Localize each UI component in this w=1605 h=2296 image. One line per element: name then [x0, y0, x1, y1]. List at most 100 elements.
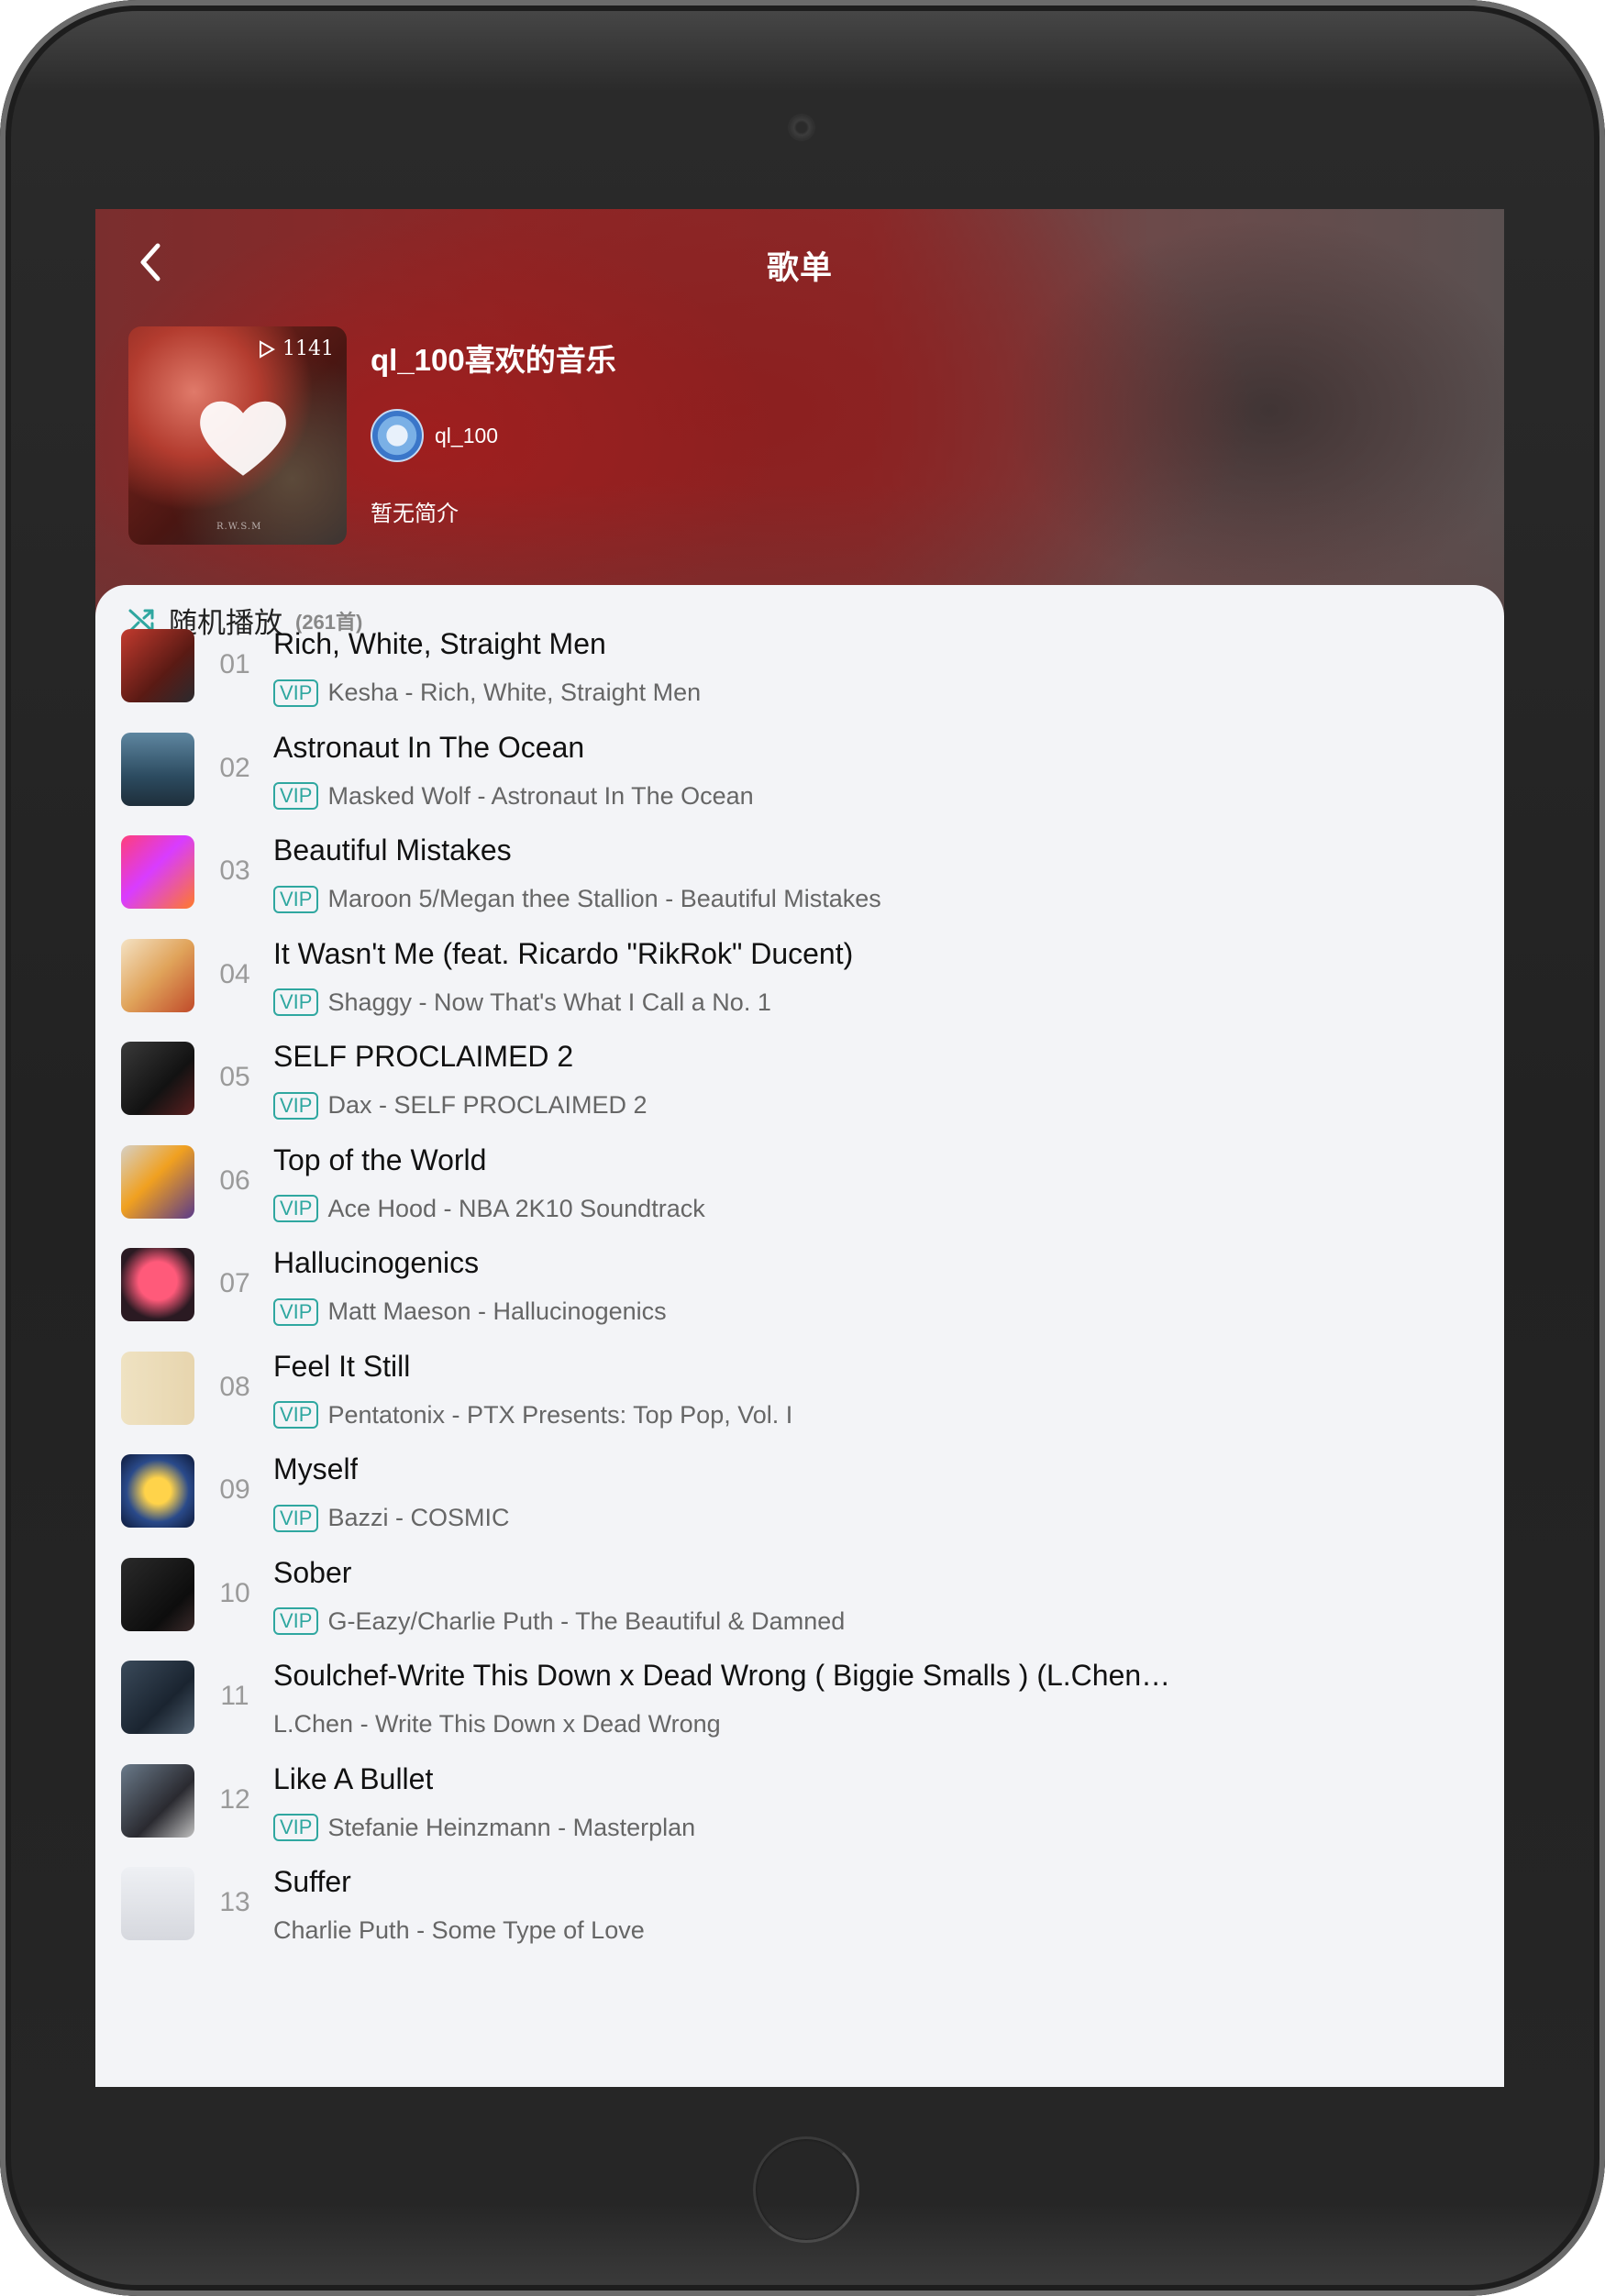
album-cover[interactable]	[121, 938, 194, 1012]
play-count: 1141	[282, 337, 334, 360]
album-cover[interactable]	[121, 1661, 194, 1735]
song-subtitle: VIP Masked Wolf - Astronaut In The Ocean	[273, 782, 754, 811]
song-title: Feel It Still	[273, 1349, 411, 1383]
vip-badge: VIP	[273, 1607, 319, 1636]
song-subtitle: L.Chen - Write This Down x Dead Wrong	[273, 1710, 721, 1739]
song-artist-album: Maroon 5/Megan thee Stallion - Beautiful…	[327, 885, 881, 913]
play-icon	[260, 339, 275, 359]
song-row[interactable]: 06 Top of the World VIP Ace Hood - NBA 2K10…	[95, 1143, 1504, 1253]
song-row[interactable]: 10 Sober VIP G-Eazy/Charlie Puth - The Beau…	[95, 1556, 1504, 1666]
song-index: 06	[219, 1165, 250, 1196]
vip-badge: VIP	[273, 1504, 319, 1532]
song-index: 05	[219, 1062, 250, 1093]
song-title: Like A Bullet	[273, 1761, 434, 1795]
playlist-name: ql_100喜欢的音乐	[371, 343, 616, 377]
song-artist-album: L.Chen - Write This Down x Dead Wrong	[273, 1710, 721, 1739]
song-row[interactable]: 08 Feel It Still VIP Pentatonix - PTX Prese…	[95, 1350, 1504, 1460]
vip-badge: VIP	[273, 1297, 319, 1326]
song-row[interactable]: 09 Myself VIP Bazzi - COSMIC	[95, 1452, 1504, 1562]
front-camera	[790, 116, 814, 139]
vip-badge: VIP	[273, 679, 319, 707]
song-subtitle: VIP Stefanie Heinzmann - Masterplan	[273, 1814, 695, 1842]
song-subtitle: VIP Bazzi - COSMIC	[273, 1504, 510, 1532]
song-subtitle: VIP Matt Maeson - Hallucinogenics	[273, 1297, 667, 1326]
song-subtitle: Charlie Puth - Some Type of Love	[273, 1916, 645, 1945]
song-title: Sober	[273, 1555, 352, 1589]
song-row[interactable]: 01 Rich, White, Straight Men VIP Kesha - Ri…	[95, 627, 1504, 737]
song-index: 07	[219, 1268, 250, 1299]
song-subtitle: VIP Pentatonix - PTX Presents: Top Pop, V…	[273, 1401, 792, 1429]
avatar[interactable]	[371, 409, 424, 462]
creator-info[interactable]: ql_100	[371, 409, 498, 462]
album-cover[interactable]	[121, 1763, 194, 1838]
song-artist-album: Masked Wolf - Astronaut In The Ocean	[327, 781, 754, 810]
heart-icon	[200, 401, 286, 476]
song-subtitle: VIP G-Eazy/Charlie Puth - The Beautiful &…	[273, 1607, 845, 1636]
song-artist-album: Kesha - Rich, White, Straight Men	[327, 679, 702, 706]
album-cover[interactable]	[121, 835, 194, 910]
song-title: Rich, White, Straight Men	[273, 627, 606, 660]
song-title: Beautiful Mistakes	[273, 833, 512, 867]
page-title: 歌单	[766, 250, 833, 286]
song-index: 13	[219, 1887, 250, 1918]
tablet-frame: 歌单 1141 R.W.S.M ql_100喜欢的音乐 ql_100 暂无简介	[0, 0, 1605, 2296]
song-index: 01	[219, 649, 250, 679]
song-index: 10	[219, 1577, 250, 1608]
song-row[interactable]: 07 Hallucinogenics VIP Matt Maeson - Halluc…	[95, 1246, 1504, 1356]
song-subtitle: VIP Dax - SELF PROCLAIMED 2	[273, 1091, 648, 1120]
playlist-description[interactable]: 暂无简介	[371, 495, 459, 527]
song-title: Soulchef-Write This Down x Dead Wrong ( …	[273, 1659, 1171, 1693]
song-artist-album: Matt Maeson - Hallucinogenics	[327, 1297, 667, 1326]
song-subtitle: VIP Maroon 5/Megan thee Stallion - Beauti…	[273, 885, 881, 913]
song-row[interactable]: 12 Like A Bullet VIP Stefanie Heinzmann - M…	[95, 1762, 1504, 1872]
song-row[interactable]: 13 Suffer Charlie Puth - Some Type of Love	[95, 1865, 1504, 1975]
song-title: SELF PROCLAIMED 2	[273, 1040, 574, 1074]
album-cover[interactable]	[121, 1144, 194, 1219]
album-cover[interactable]	[121, 1351, 194, 1425]
vip-badge: VIP	[273, 1195, 319, 1223]
song-title: Hallucinogenics	[273, 1246, 480, 1280]
song-index: 12	[219, 1783, 250, 1815]
album-cover[interactable]	[121, 1867, 194, 1941]
song-list-panel: 随机播放 (261首) 01 Rich, White, Straight Men V…	[95, 585, 1504, 2087]
creator-name[interactable]: ql_100	[435, 424, 498, 448]
vip-badge: VIP	[273, 1814, 319, 1842]
song-title: Top of the World	[273, 1142, 487, 1176]
playlist-cover[interactable]: 1141 R.W.S.M	[128, 326, 347, 545]
vip-badge: VIP	[273, 1091, 319, 1120]
song-artist-album: Charlie Puth - Some Type of Love	[273, 1916, 645, 1945]
song-artist-album: Shaggy - Now That's What I Call a No. 1	[327, 988, 771, 1016]
song-index: 08	[219, 1371, 250, 1402]
song-subtitle: VIP Ace Hood - NBA 2K10 Soundtrack	[273, 1195, 705, 1223]
song-row[interactable]: 05 SELF PROCLAIMED 2 VIP Dax - SELF PROCLAI…	[95, 1040, 1504, 1150]
song-row[interactable]: 03 Beautiful Mistakes VIP Maroon 5/Megan th…	[95, 833, 1504, 944]
play-count-badge: 1141	[259, 337, 334, 360]
album-cover[interactable]	[121, 1454, 194, 1529]
song-title: Suffer	[273, 1865, 351, 1899]
vip-badge: VIP	[273, 1401, 319, 1429]
album-cover[interactable]	[121, 1042, 194, 1116]
vip-badge: VIP	[273, 988, 319, 1017]
album-cover[interactable]	[121, 629, 194, 702]
song-row[interactable]: 11 Soulchef-Write This Down x Dead Wrong …	[95, 1659, 1504, 1769]
song-title: Astronaut In The Ocean	[273, 730, 585, 764]
song-index: 09	[219, 1474, 250, 1506]
song-artist-album: Pentatonix - PTX Presents: Top Pop, Vol.…	[327, 1400, 793, 1429]
home-button[interactable]	[753, 2136, 859, 2243]
song-title: Myself	[273, 1452, 359, 1486]
vip-badge: VIP	[273, 782, 319, 811]
cover-mark: R.W.S.M	[216, 522, 262, 532]
album-cover[interactable]	[121, 1248, 194, 1322]
app-screen: 歌单 1141 R.W.S.M ql_100喜欢的音乐 ql_100 暂无简介	[95, 209, 1504, 2087]
song-artist-album: Ace Hood - NBA 2K10 Soundtrack	[327, 1194, 705, 1222]
song-artist-album: G-Eazy/Charlie Puth - The Beautiful & Da…	[327, 1606, 846, 1635]
song-title: It Wasn't Me (feat. Ricardo "RikRok" Duc…	[273, 936, 854, 970]
song-row[interactable]: 02 Astronaut In The Ocean VIP Masked Wolf -…	[95, 731, 1504, 841]
song-subtitle: VIP Shaggy - Now That's What I Call a No.…	[273, 988, 771, 1017]
album-cover[interactable]	[121, 1557, 194, 1631]
song-subtitle: VIP Kesha - Rich, White, Straight Men	[273, 679, 701, 707]
vip-badge: VIP	[273, 885, 319, 913]
song-index: 02	[219, 752, 250, 783]
album-cover[interactable]	[121, 732, 194, 806]
song-row[interactable]: 04 It Wasn't Me (feat. Ricardo "RikRok" D…	[95, 937, 1504, 1047]
